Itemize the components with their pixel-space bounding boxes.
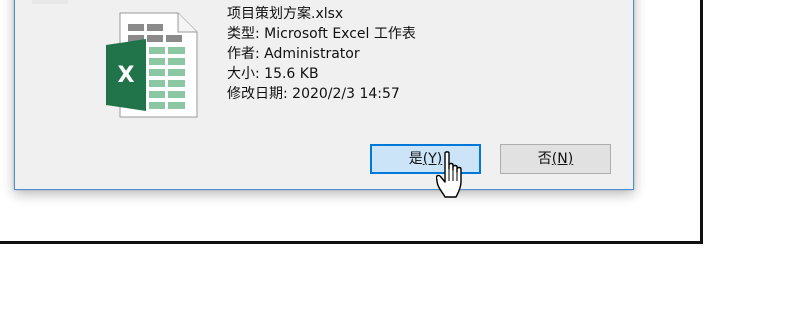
partial-app-icon <box>32 0 68 4</box>
file-name: 项目策划方案.xlsx <box>227 6 344 22</box>
no-button-label: 否 <box>537 151 552 167</box>
file-details: 项目策划方案.xlsx 类型: Microsoft Excel 工作表 作者: … <box>227 4 416 104</box>
no-button[interactable]: 否(N) <box>500 144 611 174</box>
excel-icon-letter: X <box>118 63 135 88</box>
yes-button-label: 是 <box>408 151 423 167</box>
hand-cursor-icon <box>436 151 462 198</box>
screen: X 项目策划方案.xlsx 类型: Microsoft Excel 工作表 作者… <box>0 0 800 315</box>
no-button-accelerator: (N) <box>551 151 574 167</box>
excel-file-icon: X <box>106 12 198 118</box>
file-author: 作者: Administrator <box>227 46 360 62</box>
file-modified: 修改日期: 2020/2/3 14:57 <box>227 86 400 102</box>
file-type: 类型: Microsoft Excel 工作表 <box>227 26 416 42</box>
file-size: 大小: 15.6 KB <box>227 66 319 82</box>
